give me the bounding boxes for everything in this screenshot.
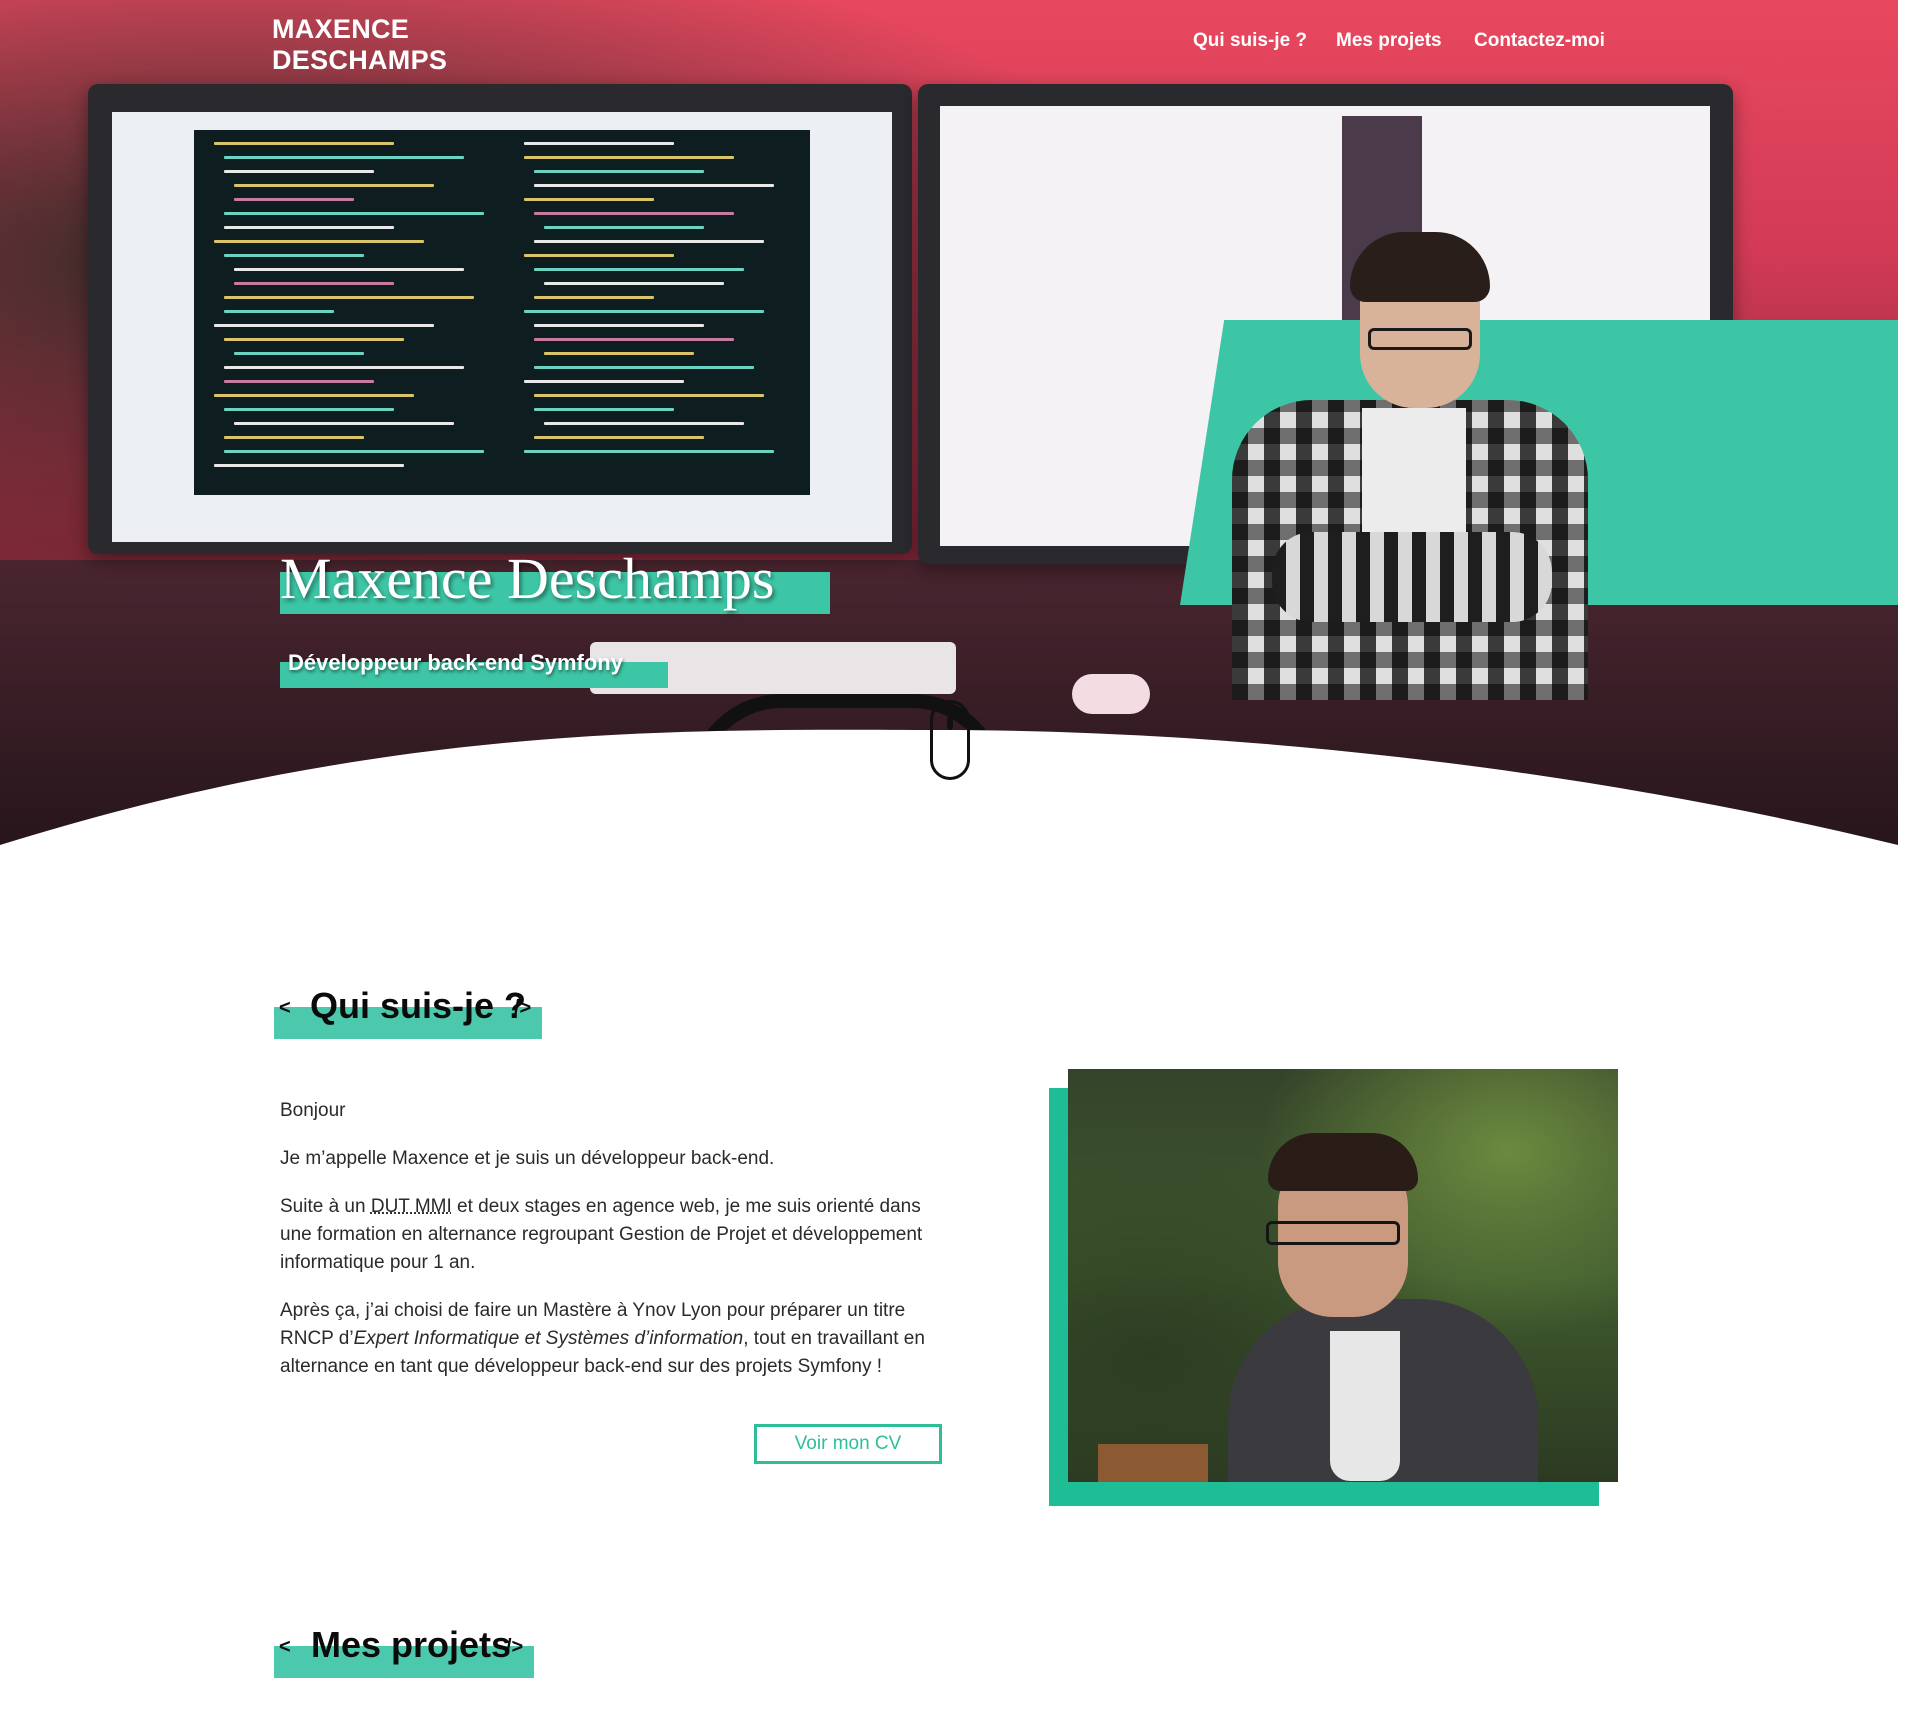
nav-link-about[interactable]: Qui suis-je ? xyxy=(1193,30,1307,52)
abbr-dut-mmi[interactable]: DUT MMI xyxy=(371,1196,452,1217)
about-paragraph-4: Après ça, j’ai choisi de faire un Mastèr… xyxy=(280,1300,925,1377)
about-title-bracket-open: < xyxy=(279,997,291,1019)
projects-title-bracket-close: /> xyxy=(506,1636,524,1658)
hero-role: Développeur back-end Symfony xyxy=(288,650,623,675)
about-paragraph-1: Bonjour xyxy=(280,1100,346,1121)
about-paragraph-2: Je m’appelle Maxence et je suis un dével… xyxy=(280,1148,775,1169)
projects-title: Mes projets xyxy=(311,1624,512,1665)
logo-line-2: DESCHAMPS xyxy=(272,45,448,75)
view-cv-button[interactable]: Voir mon CV xyxy=(754,1424,942,1464)
logo-line-1: MAXENCE xyxy=(272,14,410,44)
about-paragraph-3: Suite à un DUT MMI et deux stages en age… xyxy=(280,1196,923,1273)
scroll-mouse-icon[interactable] xyxy=(930,700,970,780)
site-logo[interactable]: MAXENCE DESCHAMPS xyxy=(272,14,447,76)
about-title: Qui suis-je ? xyxy=(310,985,527,1026)
about-title-bracket-close: /> xyxy=(514,997,532,1019)
about-text: Bonjour Je m’appelle Maxence et je suis … xyxy=(280,1097,946,1401)
about-photo xyxy=(1068,1069,1618,1482)
nav-link-projects[interactable]: Mes projets xyxy=(1336,30,1442,52)
nav-link-contact[interactable]: Contactez-moi xyxy=(1474,30,1605,52)
projects-title-bracket-open: < xyxy=(279,1636,291,1658)
scroll-wheel-icon xyxy=(947,716,953,730)
hero-name: Maxence Deschamps xyxy=(280,546,775,611)
